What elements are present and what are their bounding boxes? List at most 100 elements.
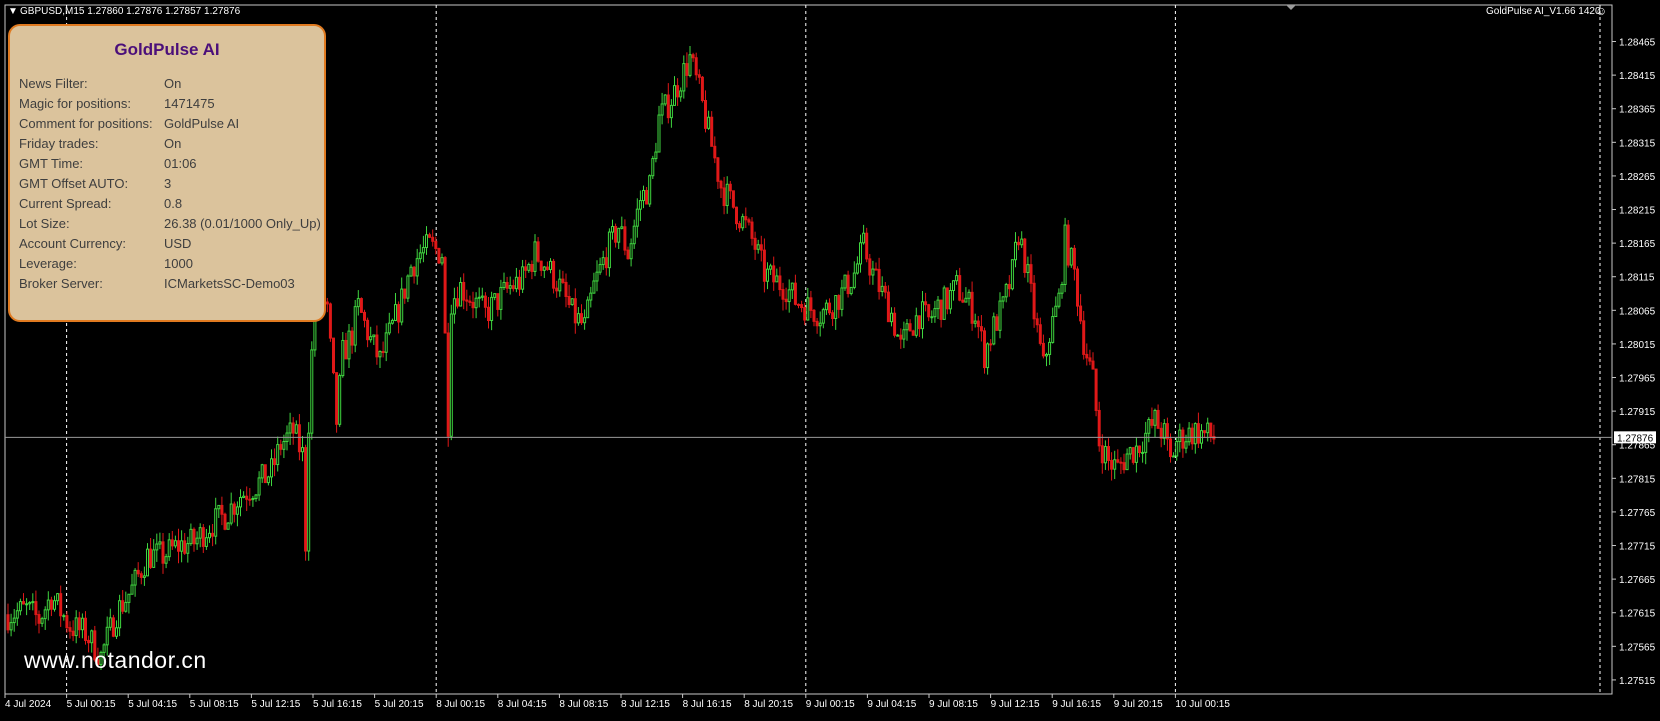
candle-body — [1175, 441, 1179, 457]
candle-body — [254, 494, 258, 499]
panel-row-label: GMT Time: — [19, 156, 84, 171]
panel-row-value: 26.38 (0.01/1000 Only_Up) — [164, 216, 321, 231]
candle-body — [669, 104, 673, 119]
candle-body — [1134, 445, 1138, 463]
candle-body — [676, 85, 680, 98]
y-tick-label: 1.27915 — [1619, 407, 1656, 418]
candle-body — [1032, 282, 1036, 320]
candle-body — [490, 296, 494, 322]
candle-body — [536, 241, 540, 262]
candle-body — [843, 274, 847, 289]
panel-row-value: 01:06 — [164, 156, 197, 171]
candle-body — [976, 320, 980, 328]
candle-body — [158, 541, 162, 545]
candle-body — [121, 600, 125, 612]
candle-body — [840, 287, 844, 310]
ea-smiley-icon[interactable]: ☺ — [1595, 4, 1607, 18]
panel-row-label: Leverage: — [19, 256, 77, 271]
candle-body — [831, 312, 835, 320]
panel-row: GMT Offset AUTO: 3 — [19, 176, 321, 196]
candle-body — [890, 312, 893, 323]
candle-body — [700, 76, 704, 101]
candle-body — [1107, 446, 1110, 461]
candle-body — [821, 309, 825, 324]
candle-body — [1057, 292, 1061, 307]
candle-body — [896, 334, 900, 337]
candle-body — [1178, 429, 1182, 443]
candle-body — [288, 422, 292, 434]
candle-body — [626, 249, 630, 260]
candle-body — [679, 90, 683, 98]
candle-body — [341, 339, 345, 377]
symbol-menu-arrow-icon[interactable]: ▼ — [8, 6, 18, 17]
candle-body — [260, 464, 264, 479]
candle-body — [567, 295, 571, 306]
candle-body — [235, 506, 239, 515]
y-tick-label: 1.28215 — [1619, 206, 1656, 217]
x-tick-label: 8 Jul 12:15 — [621, 699, 670, 710]
ea-label: GoldPulse AI_V1.66 1420 — [1486, 6, 1601, 17]
candle-body — [421, 247, 425, 254]
candle-body — [53, 600, 56, 610]
candle-body — [707, 116, 711, 129]
candle-body — [552, 260, 556, 289]
candle-body — [180, 540, 184, 552]
y-tick-label: 1.28015 — [1619, 340, 1656, 351]
candle-body — [446, 332, 450, 437]
candle-body — [177, 540, 180, 552]
candle-body — [948, 290, 952, 310]
candle-body — [74, 617, 78, 637]
candle-body — [738, 223, 742, 229]
panel-row: Friday trades: On — [19, 136, 321, 156]
candle-body — [170, 539, 174, 547]
candle-body — [660, 103, 664, 116]
candle-body — [149, 548, 153, 568]
candle-body — [775, 275, 779, 283]
chart-shift-marker-icon[interactable] — [1286, 5, 1296, 10]
candle-body — [741, 216, 745, 229]
y-tick-label: 1.28465 — [1619, 38, 1656, 49]
candle-body — [127, 593, 131, 603]
candle-body — [744, 216, 748, 221]
candle-body — [595, 271, 599, 282]
candle-body — [220, 504, 224, 515]
candle-body — [483, 295, 487, 308]
candle-body — [1072, 247, 1076, 270]
candle-body — [133, 569, 137, 586]
candle-body — [824, 302, 828, 311]
candle-body — [183, 540, 187, 554]
candle-body — [986, 343, 990, 369]
candle-body — [524, 266, 528, 271]
candle-body — [282, 441, 286, 450]
candle-body — [580, 313, 583, 324]
panel-row-label: Account Currency: — [19, 236, 126, 251]
panel-row-label: Friday trades: — [19, 136, 99, 151]
candle-body — [1181, 429, 1185, 449]
candle-body — [973, 320, 977, 324]
candle-body — [40, 618, 44, 624]
candle-body — [465, 299, 469, 302]
candle-body — [1110, 459, 1114, 470]
candle-body — [952, 280, 955, 292]
panel-row-value: 1471475 — [164, 96, 215, 111]
candle-body — [1141, 451, 1145, 454]
candle-body — [242, 495, 246, 498]
candle-body — [325, 301, 329, 305]
current-price-label: 1.27876 — [1617, 433, 1654, 444]
candle-body — [1184, 441, 1188, 449]
panel-row-value: USD — [164, 236, 192, 251]
candle-body — [369, 336, 373, 341]
candle-body — [942, 287, 946, 320]
candle-body — [208, 532, 211, 539]
candle-body — [648, 175, 652, 205]
candle-body — [18, 601, 22, 612]
candle-body — [1116, 459, 1120, 463]
candle-body — [1069, 247, 1073, 266]
candle-body — [124, 601, 128, 612]
candle-body — [1100, 445, 1104, 464]
x-tick-label: 9 Jul 08:15 — [929, 699, 978, 710]
candle-body — [226, 522, 230, 530]
candle-body — [716, 157, 720, 182]
candle-body — [837, 295, 841, 310]
candle-body — [480, 295, 484, 298]
